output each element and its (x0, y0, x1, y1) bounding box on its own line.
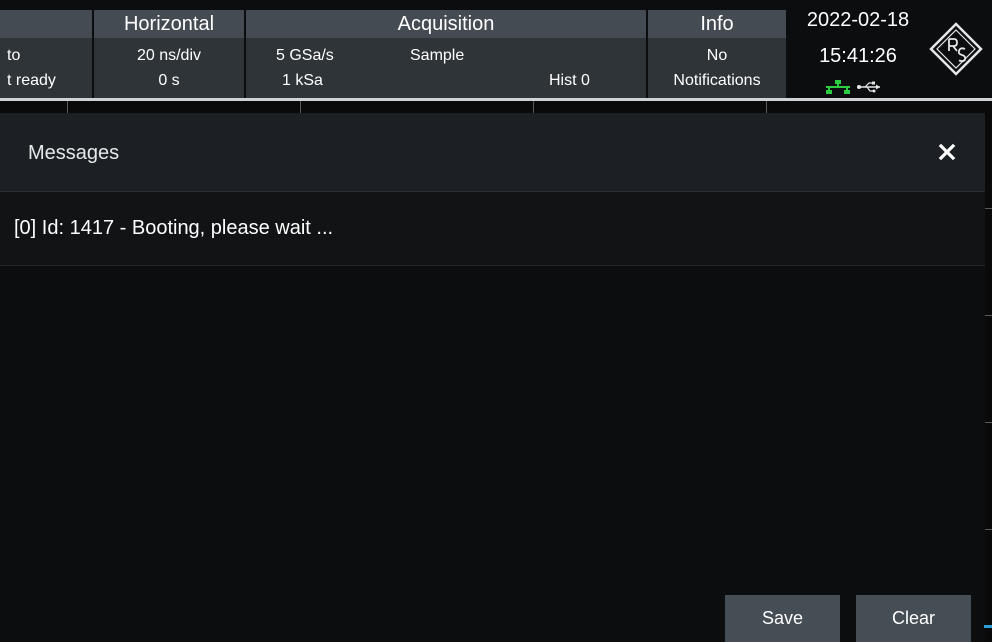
trigger-status: t ready (7, 72, 56, 89)
acquisition-mode: Sample (410, 47, 465, 64)
message-list-item[interactable]: [0] Id: 1417 - Booting, please wait ... (0, 192, 985, 266)
time-display: 15:41:26 (819, 45, 897, 67)
dialog-header: Messages (0, 113, 985, 192)
close-icon[interactable] (934, 139, 960, 165)
usb-icon (857, 81, 880, 93)
horizontal-title: Horizontal (94, 10, 244, 38)
network-icon (826, 80, 850, 94)
time-scale: 20 ns/div (136, 47, 202, 64)
acquisition-panel[interactable]: Acquisition 5 GSa/s 1 kSa Sample Hist 0 (246, 0, 646, 100)
clear-button[interactable]: Clear (856, 595, 971, 642)
status-bar: to t ready Horizontal 20 ns/div 0 s Acqu… (0, 0, 992, 101)
info-title: Info (648, 10, 786, 38)
horizontal-position: 0 s (158, 72, 180, 89)
trigger-mode: to (7, 47, 21, 64)
record-length: 1 kSa (282, 72, 323, 89)
histogram-count: Hist 0 (549, 72, 590, 89)
datetime-panel[interactable]: 2022-02-18 15:41:26 (788, 0, 992, 100)
dialog-title: Messages (28, 142, 120, 164)
channel-marker (984, 625, 992, 628)
notifications-line2: Notifications (673, 72, 761, 89)
acquisition-title: Acquisition (246, 10, 646, 38)
sample-rate: 5 GSa/s (276, 47, 334, 64)
trigger-panel[interactable]: to t ready (0, 0, 92, 100)
info-panel[interactable]: Info No Notifications (648, 0, 786, 100)
date-display: 2022-02-18 (806, 9, 910, 31)
notifications-line1: No (706, 47, 728, 64)
rohde-schwarz-logo (929, 22, 983, 76)
messages-dialog: Messages [0] Id: 1417 - Booting, please … (0, 113, 985, 642)
trigger-panel-header (0, 10, 92, 38)
save-button[interactable]: Save (725, 595, 840, 642)
horizontal-panel[interactable]: Horizontal 20 ns/div 0 s (94, 0, 244, 100)
message-text: [0] Id: 1417 - Booting, please wait ... (14, 217, 334, 239)
